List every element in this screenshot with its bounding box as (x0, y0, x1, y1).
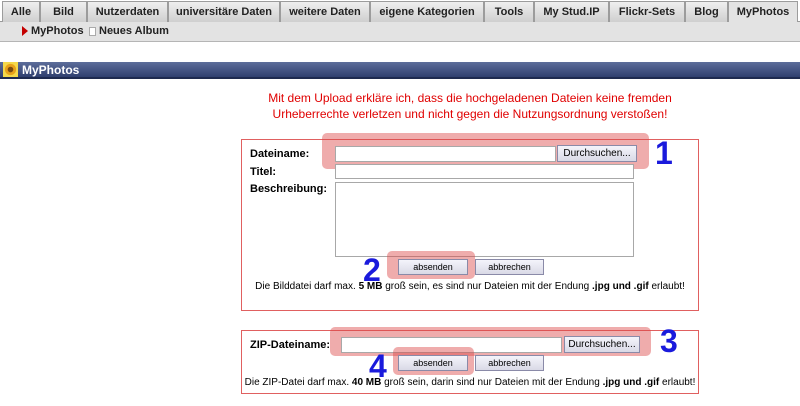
tab-myphotos[interactable]: MyPhotos (728, 1, 798, 23)
title-input[interactable] (335, 164, 634, 179)
filename-label: Dateiname: (250, 148, 310, 160)
zip-info-suffix: erlaubt! (659, 377, 696, 388)
notice-line-2: Urheberrechte verletzen und nicht gegen … (272, 107, 668, 121)
active-arrow-icon (22, 26, 28, 36)
image-cancel-button[interactable]: abbrechen (475, 259, 544, 275)
image-file-input[interactable] (335, 146, 556, 162)
description-textarea[interactable] (335, 182, 634, 257)
tab-tools[interactable]: Tools (484, 1, 534, 22)
page-header: MyPhotos (0, 62, 800, 79)
tab-flickr-sets[interactable]: Flickr-Sets (609, 1, 685, 22)
tab-bild[interactable]: Bild (40, 1, 87, 22)
image-info-size: 5 MB (358, 281, 383, 292)
zip-info-middle: groß sein, darin sind nur Dateien mit de… (381, 377, 603, 388)
image-info-ext: .jpg und .gif (592, 281, 649, 292)
zip-info-ext: .jpg und .gif (602, 377, 660, 388)
zip-upload-info: Die ZIP-Datei darf max. 40 MB groß sein,… (243, 377, 697, 388)
notice-line-1: Mit dem Upload erkläre ich, dass die hoc… (268, 91, 672, 105)
zip-browse-button[interactable]: Durchsuchen... (564, 336, 640, 353)
tab-weitere-daten[interactable]: weitere Daten (280, 1, 370, 22)
main-tab-bar: Alle Bild Nutzerdaten universitäre Daten… (0, 0, 800, 23)
tab-eigene-kategorien[interactable]: eigene Kategorien (370, 1, 484, 22)
zip-cancel-button[interactable]: abbrechen (475, 355, 544, 371)
subnav-myphotos-label: MyPhotos (31, 25, 84, 37)
tab-universitaere-daten[interactable]: universitäre Daten (168, 1, 280, 22)
tab-alle[interactable]: Alle (2, 1, 40, 22)
zip-info-size: 40 MB (351, 377, 382, 388)
tab-nutzerdaten[interactable]: Nutzerdaten (87, 1, 168, 22)
image-browse-button[interactable]: Durchsuchen... (557, 145, 637, 162)
image-info-middle: groß sein, es sind nur Dateien mit der E… (382, 281, 593, 292)
sunflower-icon (3, 62, 18, 77)
sub-navigation: MyPhotos Neues Album (0, 22, 800, 42)
image-upload-info: Die Bilddatei darf max. 5 MB groß sein, … (243, 281, 697, 292)
copyright-notice: Mit dem Upload erkläre ich, dass die hoc… (240, 90, 700, 122)
zip-filename-label: ZIP-Dateiname: (250, 339, 331, 351)
title-label: Titel: (250, 166, 277, 178)
zip-info-prefix: Die ZIP-Datei darf max. (244, 377, 352, 388)
subnav-new-album[interactable]: Neues Album (89, 25, 169, 37)
image-info-suffix: erlaubt! (648, 281, 685, 292)
zip-submit-button[interactable]: absenden (398, 355, 468, 371)
page-title: MyPhotos (22, 62, 80, 77)
callout-3: 3 (660, 323, 678, 359)
callout-1: 1 (655, 135, 673, 171)
image-submit-button[interactable]: absenden (398, 259, 468, 275)
image-info-prefix: Die Bilddatei darf max. (255, 281, 359, 292)
tab-my-studip[interactable]: My Stud.IP (534, 1, 609, 22)
document-icon (89, 26, 96, 36)
tab-blog[interactable]: Blog (685, 1, 728, 22)
description-label: Beschreibung: (250, 183, 328, 195)
subnav-new-album-label: Neues Album (99, 25, 169, 37)
subnav-myphotos[interactable]: MyPhotos (22, 25, 84, 37)
